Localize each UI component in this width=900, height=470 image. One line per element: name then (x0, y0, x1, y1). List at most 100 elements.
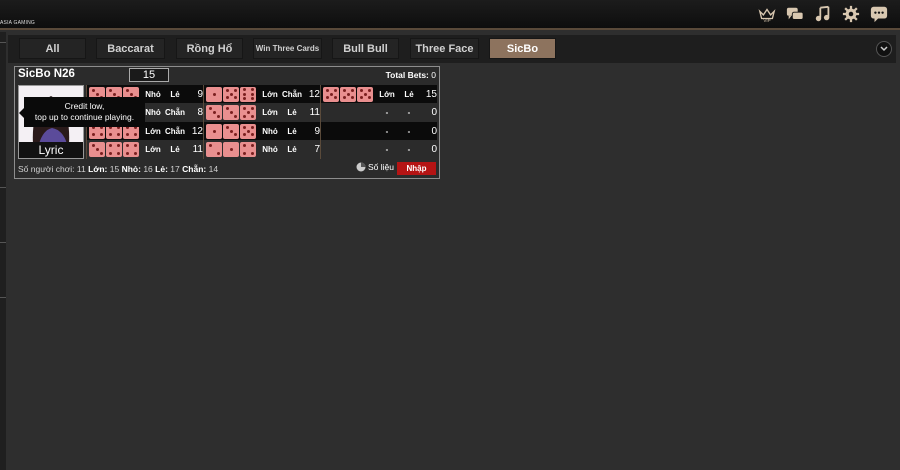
dice-icon (223, 105, 239, 120)
result-total: 11 (309, 107, 320, 118)
result-row: Lớn Chẵn 12 (204, 85, 320, 103)
dice-group (323, 86, 376, 102)
result-parity: Lẻ (170, 145, 180, 154)
result-parity: Lẻ (404, 89, 414, 99)
dice-icon (223, 86, 239, 102)
result-total: 0 (431, 107, 437, 118)
settings-gear-icon[interactable] (842, 5, 860, 23)
result-parity: - (407, 126, 411, 136)
result-row: Nhỏ Lẻ 9 (204, 122, 320, 140)
result-total: 9 (197, 88, 203, 100)
result-size: Lớn (145, 145, 161, 154)
big-count: 15 (109, 164, 120, 174)
result-total: 12 (308, 88, 320, 100)
dice-icon (223, 142, 239, 157)
brand-logo: ASIA GAMING (0, 20, 35, 26)
credit-low-tooltip: Credit low, top up to continue playing. (19, 97, 145, 127)
result-size: Nhỏ (145, 89, 161, 99)
pie-chart-icon (356, 162, 366, 172)
dice-icon (206, 86, 222, 102)
left-side-strip (0, 32, 6, 470)
dice-icon (89, 142, 105, 157)
vip-crown-icon[interactable]: VIP (758, 5, 776, 23)
table-title: SicBo N26 (18, 68, 75, 80)
stats-link[interactable]: Số liệu (356, 162, 394, 172)
dice-icon (206, 123, 222, 139)
result-row: Lớn Lẻ 15 (321, 85, 437, 103)
big-label: Lớn: (88, 164, 108, 174)
dice-icon (106, 142, 122, 157)
results-column: Lớn Chẵn 12 Lớn Lẻ 11 Nhỏ Lẻ 9 Nhỏ Lẻ 7 (203, 85, 320, 159)
dice-group (206, 86, 259, 102)
results-column: Lớn Lẻ 15 - - 0 - - 0 - - 0 (320, 85, 437, 159)
result-size: Lớn (145, 126, 161, 136)
dice-icon (357, 86, 373, 102)
chevron-down-icon (880, 46, 888, 52)
sicbo-table-card[interactable]: SicBo N26 15 Total Bets: 0 Lyric Credit … (14, 66, 440, 179)
chat-bubbles-icon[interactable] (786, 5, 804, 23)
tab-sicbo[interactable]: SicBo (489, 38, 556, 59)
result-size: - (385, 126, 389, 136)
tab-three-face[interactable]: Three Face (410, 38, 479, 59)
tab-all[interactable]: All (19, 38, 86, 59)
result-size: Lớn (379, 89, 395, 99)
tab-bull-bull[interactable]: Bull Bull (332, 38, 399, 59)
result-total: 15 (425, 88, 437, 100)
dice-group (206, 142, 259, 157)
dice-icon (206, 105, 222, 120)
enter-table-button[interactable]: Nhập (397, 162, 436, 175)
players-count: 11 (76, 164, 86, 174)
result-size: Nhỏ (262, 145, 278, 154)
small-label: Nhỏ: (121, 164, 141, 174)
result-size: Nhỏ (145, 108, 161, 117)
result-total: 9 (314, 125, 320, 137)
tab-win-three-cards[interactable]: Win Three Cards (253, 38, 322, 59)
result-total: 7 (314, 144, 320, 155)
result-total: 11 (192, 144, 203, 155)
result-parity: Lẻ (287, 108, 297, 117)
players-label: Số người chơi: (18, 164, 75, 174)
message-icon[interactable] (870, 5, 888, 23)
dice-group (89, 142, 142, 157)
result-parity: Chẵn (282, 89, 302, 99)
total-bets-label: Total Bets: (385, 70, 429, 80)
result-row: Nhỏ Lẻ 7 (204, 141, 320, 159)
tooltip-line-2: top up to continue playing. (34, 112, 135, 122)
result-parity: - (407, 145, 411, 154)
dice-icon (323, 86, 339, 102)
dice-icon (240, 123, 256, 139)
dice-icon (123, 142, 139, 157)
game-category-tabs: All Baccarat Rồng Hổ Win Three Cards Bul… (8, 35, 896, 63)
result-size: - (385, 108, 389, 117)
result-parity: Chẵn (165, 108, 185, 117)
expand-tabs-button[interactable] (876, 41, 892, 57)
tab-baccarat[interactable]: Baccarat (96, 38, 165, 59)
total-bets: Total Bets: 0 (386, 70, 436, 80)
even-label: Chẵn: (182, 164, 207, 174)
svg-text:VIP: VIP (763, 18, 770, 23)
small-count: 16 (143, 164, 153, 174)
dice-icon (223, 123, 239, 139)
result-parity: Lẻ (170, 89, 180, 99)
result-parity: - (407, 108, 411, 117)
result-parity: Lẻ (287, 145, 297, 154)
tab-rong-ho[interactable]: Rồng Hổ (176, 38, 243, 59)
dice-group (206, 123, 259, 139)
stats-label: Số liệu (368, 162, 394, 172)
even-count: 14 (208, 164, 219, 174)
dice-icon (240, 142, 256, 157)
result-row: - - 0 (321, 141, 437, 159)
total-bets-value: 0 (431, 70, 436, 80)
result-size: Lớn (262, 108, 278, 117)
result-total: 12 (191, 125, 203, 137)
music-icon[interactable] (814, 5, 832, 23)
result-row: Lớn Lẻ 11 (87, 141, 203, 159)
dealer-name: Lyric (19, 142, 83, 158)
result-size: Nhỏ (262, 126, 278, 136)
result-row: - - 0 (321, 122, 437, 140)
result-total: 8 (197, 107, 203, 118)
table-footer-stats: Số người chơi: 11 Lớn: 15 Nhỏ: 16 Lẻ: 17… (18, 164, 218, 174)
result-row: Lớn Lẻ 11 (204, 104, 320, 122)
result-row: - - 0 (321, 104, 437, 122)
top-bar: ASIA GAMING VIP (0, 0, 900, 30)
